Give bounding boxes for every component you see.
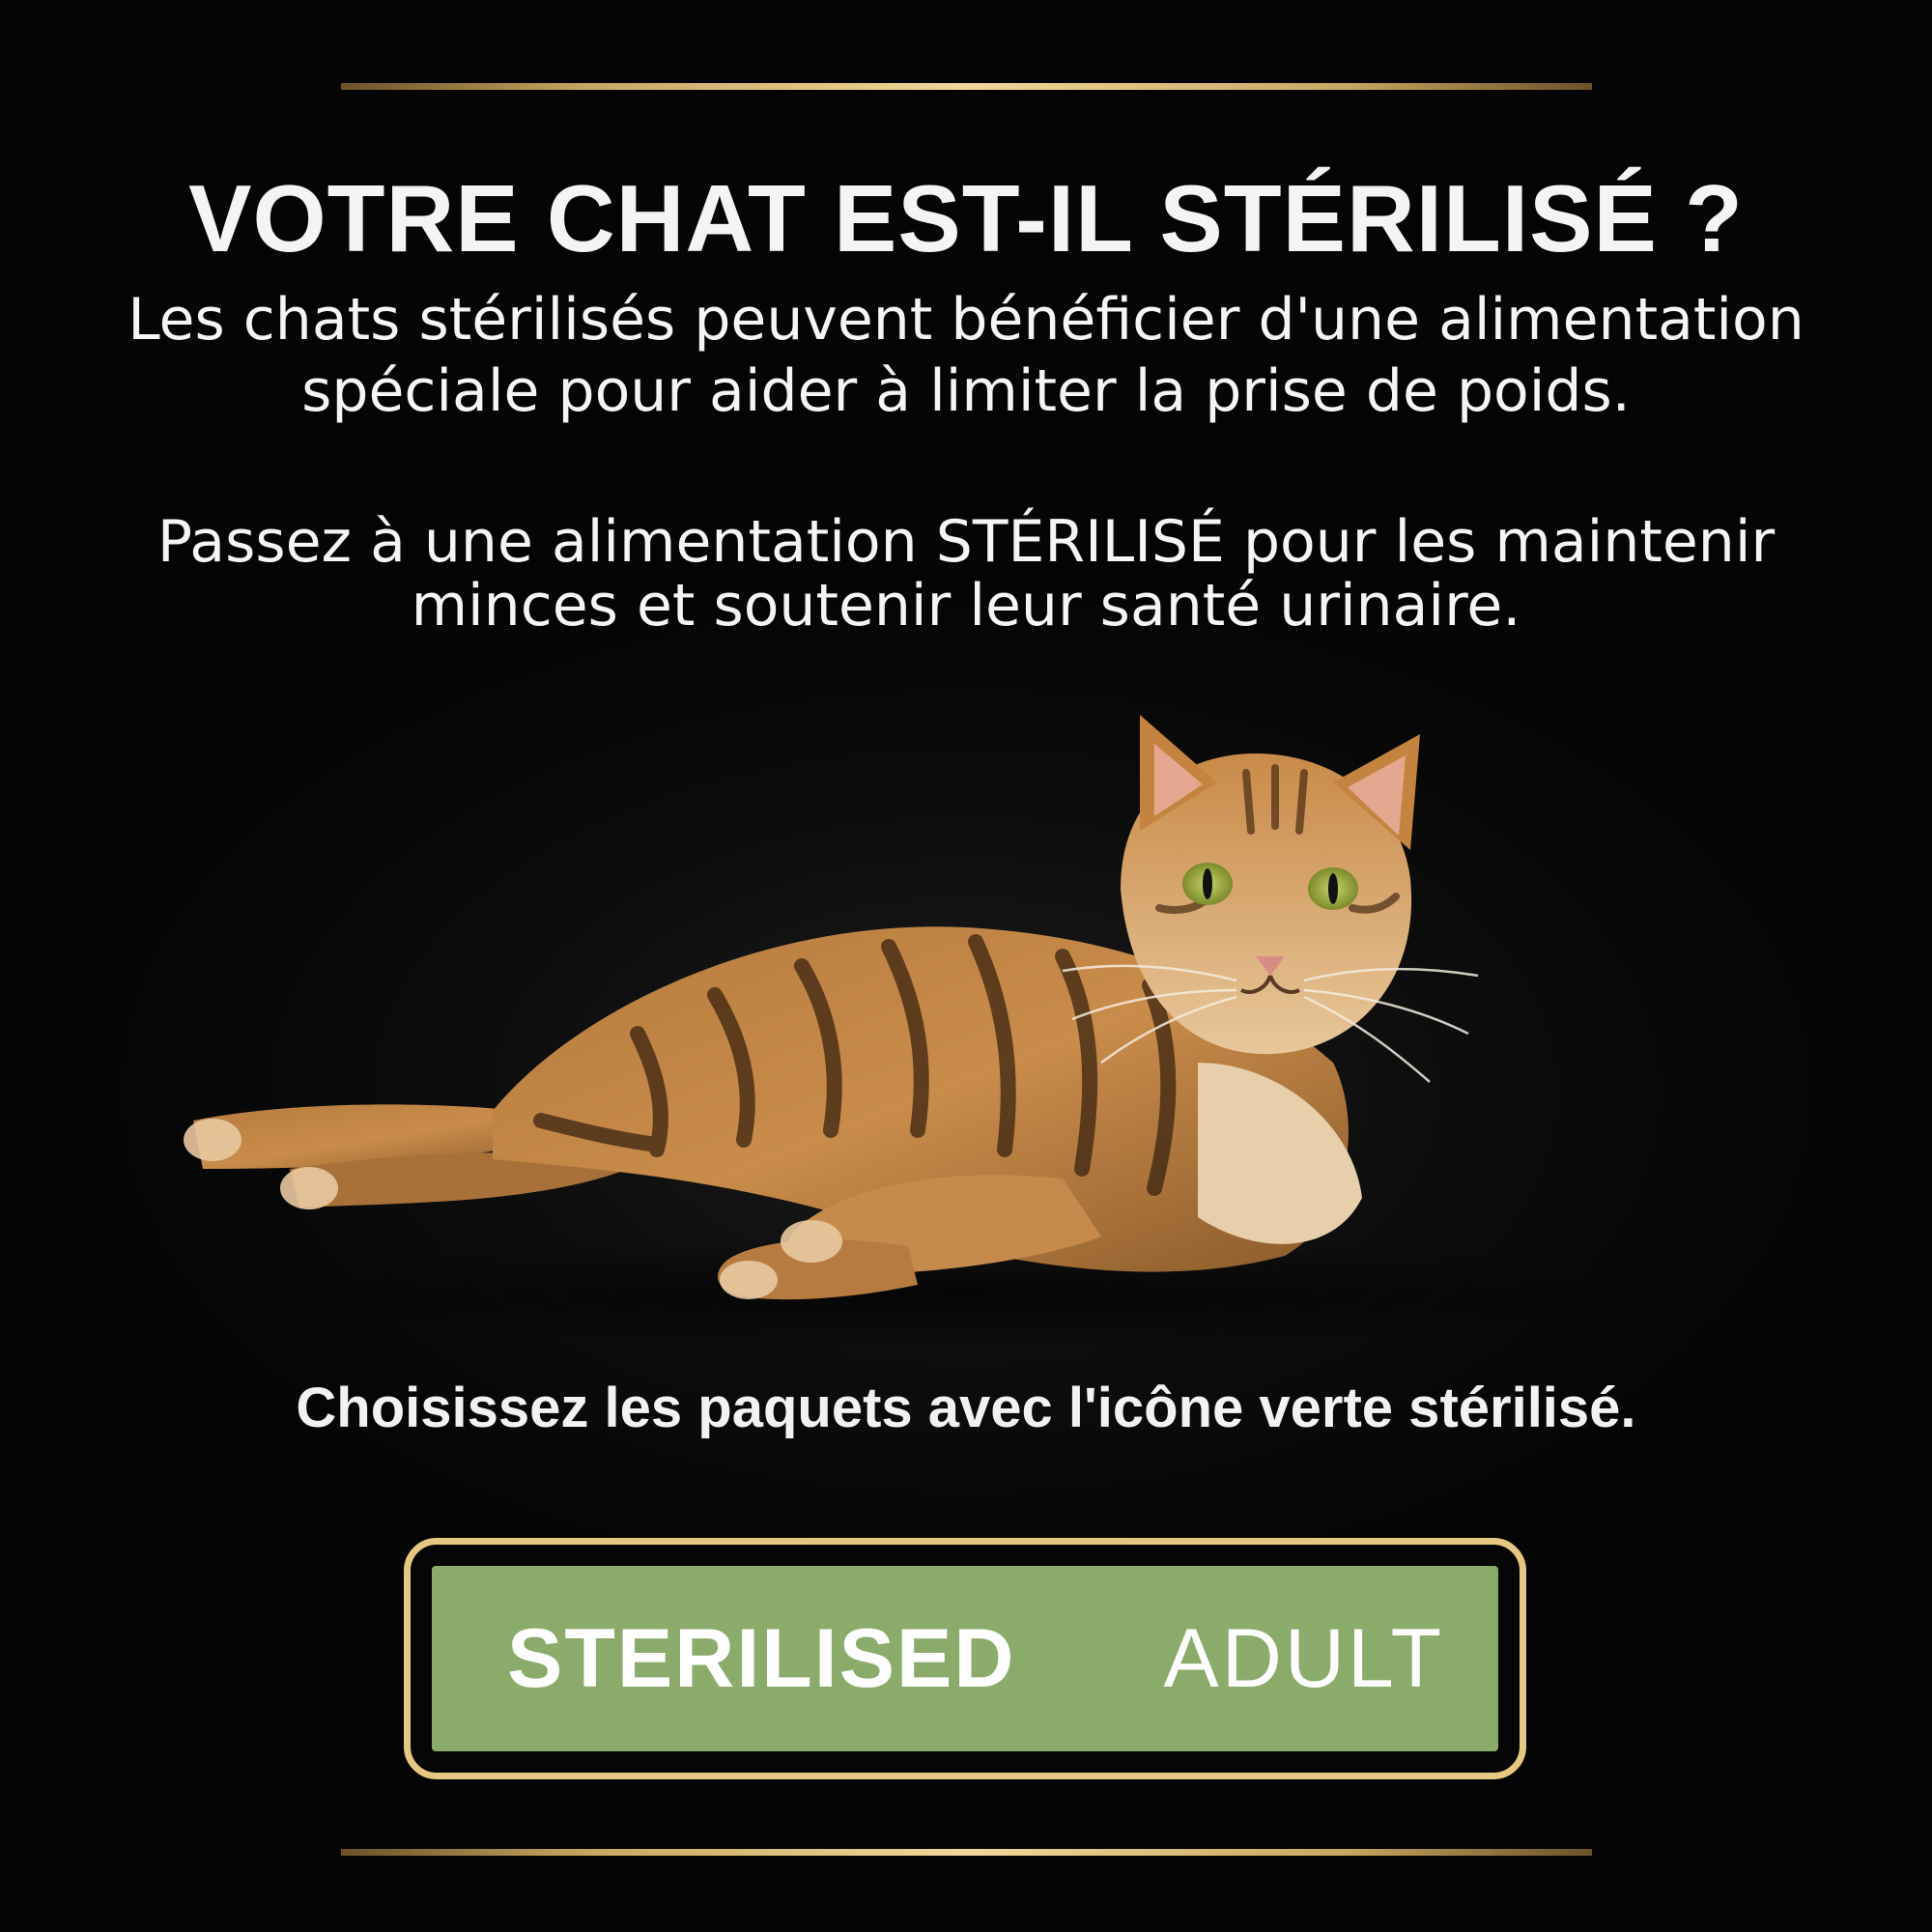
badge-adult-label: ADULT (1163, 1611, 1444, 1705)
badge-sterilised-label: STERILISED (507, 1611, 1016, 1705)
advice-line-2: minces et soutenir leur santé urinaire. (411, 572, 1521, 639)
promo-panel: VOTRE CHAT EST-IL STÉRILISÉ ? Les chats … (0, 0, 1932, 1932)
advice-line-1: Passez à une alimentation STÉRILISÉ pour… (156, 508, 1776, 576)
cta-text: Choisissez les paquets avec l'icône vert… (296, 1377, 1636, 1439)
intro-line-1: Les chats stérilisés peuvent bénéficier … (128, 286, 1804, 354)
sterilised-badge: STERILISED ADULT (404, 1538, 1526, 1779)
cat-photo (174, 715, 1719, 1352)
badge-fill: STERILISED ADULT (432, 1566, 1498, 1751)
top-gold-divider (341, 83, 1592, 90)
cat-illustration (184, 715, 1662, 1352)
intro-paragraph: Les chats stérilisés peuvent bénéficier … (0, 284, 1932, 427)
headline: VOTRE CHAT EST-IL STÉRILISÉ ? (188, 165, 1744, 271)
bottom-gold-divider (341, 1849, 1592, 1856)
advice-paragraph: Passez à une alimentation STÉRILISÉ pour… (0, 510, 1932, 638)
intro-line-2: spéciale pour aider à limiter la prise d… (301, 357, 1631, 425)
